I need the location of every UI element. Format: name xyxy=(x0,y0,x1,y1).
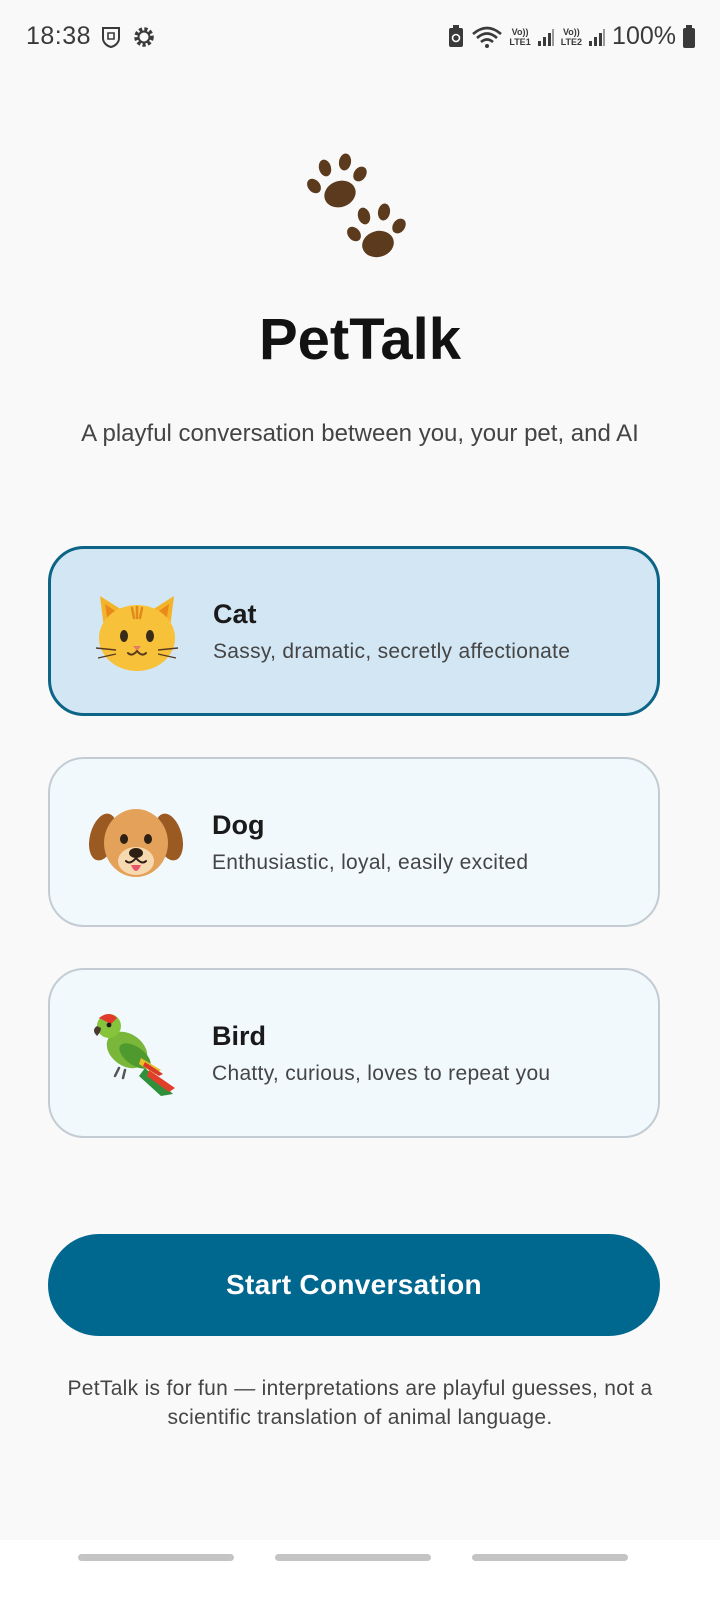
nav-button-home[interactable] xyxy=(275,1554,431,1561)
pet-description: Enthusiastic, loyal, easily excited xyxy=(212,850,529,874)
pet-name: Cat xyxy=(213,598,257,629)
disclaimer-text: PetTalk is for fun — interpretations are… xyxy=(67,1377,653,1429)
pet-card-bird[interactable]: Bird Chatty, curious, loves to repeat yo… xyxy=(48,968,660,1138)
status-bar: 18:38 Vo)) LTE1 Vo)) LTE2 100% xyxy=(0,0,720,80)
app-subtitle: A playful conversation between you, your… xyxy=(81,420,639,447)
wifi-icon xyxy=(471,25,503,49)
battery-percentage: 100% xyxy=(612,22,676,50)
pet-description: Chatty, curious, loves to repeat you xyxy=(212,1061,551,1085)
lte1-indicator: Vo)) LTE1 xyxy=(509,27,530,47)
lte2-indicator: Vo)) LTE2 xyxy=(561,27,582,47)
cat-face-icon xyxy=(89,583,185,679)
battery-icon xyxy=(682,24,696,49)
pet-card-text: Dog Enthusiastic, loyal, easily excited xyxy=(212,810,528,875)
paw-prints-icon xyxy=(0,150,720,271)
pet-card-text: Bird Chatty, curious, loves to repeat yo… xyxy=(212,1021,550,1086)
volte-label: Vo)) xyxy=(562,26,580,37)
lte2-label: LTE2 xyxy=(560,36,583,47)
status-right: Vo)) LTE1 Vo)) LTE2 100% xyxy=(447,22,696,51)
app-title: PetTalk xyxy=(258,307,461,372)
parrot-icon xyxy=(88,1005,184,1101)
pet-name: Bird xyxy=(212,1020,266,1051)
nav-button-back[interactable] xyxy=(472,1554,628,1561)
signal-strength-icon xyxy=(588,27,606,47)
lte1-label: LTE1 xyxy=(509,36,531,47)
settings-gear-icon xyxy=(131,24,157,50)
pet-card-cat[interactable]: Cat Sassy, dramatic, secretly affectiona… xyxy=(48,546,660,716)
dog-face-icon xyxy=(88,794,184,890)
volte-label: Vo)) xyxy=(511,26,529,37)
pet-name: Dog xyxy=(212,809,265,840)
signal-strength-icon xyxy=(537,27,555,47)
status-left: 18:38 xyxy=(26,22,157,51)
pet-card-dog[interactable]: Dog Enthusiastic, loyal, easily excited xyxy=(48,757,660,927)
battery-saver-icon xyxy=(447,24,465,49)
navigation-bar xyxy=(0,1540,720,1600)
shield-notification-icon xyxy=(99,25,123,49)
start-conversation-button[interactable]: Start Conversation xyxy=(48,1234,660,1336)
pet-card-text: Cat Sassy, dramatic, secretly affectiona… xyxy=(213,599,570,664)
status-time: 18:38 xyxy=(26,22,92,50)
pet-description: Sassy, dramatic, secretly affectionate xyxy=(213,639,571,663)
nav-button-recents[interactable] xyxy=(78,1554,234,1561)
